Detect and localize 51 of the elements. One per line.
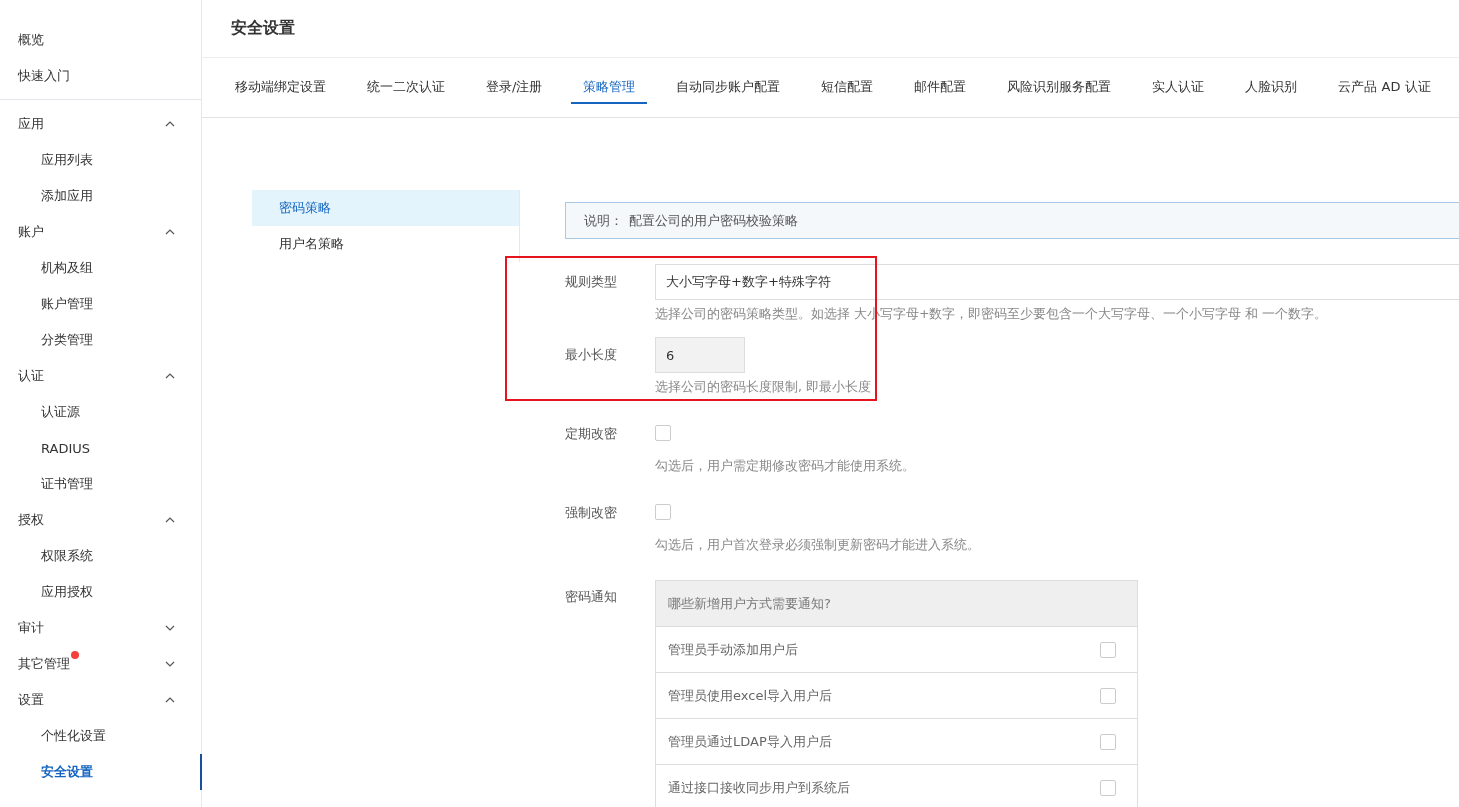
field-label: 强制改密 — [565, 504, 618, 522]
tab[interactable]: 策略管理 — [571, 71, 648, 104]
sidebar-item[interactable]: 分类管理 — [0, 322, 201, 358]
sidebar-item[interactable]: 应用列表 — [0, 142, 201, 178]
sidebar-group[interactable]: 应用 — [0, 106, 201, 142]
sidebar-item[interactable]: RADIUS — [0, 430, 201, 466]
sidebar-item[interactable]: 证书管理 — [0, 466, 201, 502]
tab[interactable]: 风险识别服务配置 — [995, 71, 1124, 104]
option-label: 管理员通过LDAP导入用户后 — [668, 732, 832, 751]
sidebar-item[interactable]: 快速入门 — [0, 58, 201, 94]
tab[interactable]: 邮件配置 — [902, 71, 979, 104]
sidebar-item[interactable]: 概览 — [0, 22, 201, 58]
option-label: 管理员使用excel导入用户后 — [668, 686, 832, 705]
tab[interactable]: 登录/注册 — [474, 71, 555, 104]
tab[interactable]: 实人认证 — [1140, 71, 1217, 104]
table-header: 哪些新增用户方式需要通知? — [668, 594, 831, 613]
sidebar-item[interactable]: 安全设置 — [0, 754, 201, 790]
sidebar-item[interactable]: 添加应用 — [0, 178, 201, 214]
page-title: 安全设置 — [202, 0, 1459, 58]
sidebar-group[interactable]: 账户 — [0, 214, 201, 250]
tab[interactable]: 自动同步账户配置 — [664, 71, 793, 104]
tab[interactable]: 移动端绑定设置 — [223, 71, 338, 104]
sidebar-group[interactable]: 设置 — [0, 682, 201, 718]
tab[interactable]: 人脸识别 — [1233, 71, 1310, 104]
sidebar-group[interactable]: 审计 — [0, 610, 201, 646]
field-label: 定期改密 — [565, 425, 618, 443]
field-label: 规则类型 — [565, 273, 618, 291]
sub-nav-item[interactable]: 用户名策略 — [252, 226, 519, 262]
help-text: 勾选后，用户需定期修改密码才能使用系统。 — [655, 458, 916, 475]
sidebar-group[interactable]: 授权 — [0, 502, 201, 538]
field-label: 密码通知 — [565, 588, 618, 606]
tab[interactable]: 统一二次认证 — [355, 71, 457, 104]
help-text: 选择公司的密码长度限制, 即最小长度 — [655, 379, 872, 396]
sidebar-item[interactable]: 权限系统 — [0, 538, 201, 574]
input-field[interactable]: 大小写字母+数字+特殊字符 — [655, 264, 1459, 300]
sidebar-item[interactable]: 认证源 — [0, 394, 201, 430]
option-label: 管理员手动添加用户后 — [668, 640, 798, 659]
notice-label: 说明： — [584, 211, 623, 230]
field-label: 最小长度 — [565, 346, 618, 364]
tab[interactable]: 短信配置 — [809, 71, 886, 104]
sidebar-item[interactable]: 账户管理 — [0, 286, 201, 322]
sidebar-group[interactable]: 其它管理 — [0, 646, 201, 682]
sub-nav-item[interactable]: 密码策略 — [252, 190, 519, 226]
sidebar-item[interactable]: 个性化设置 — [0, 718, 201, 754]
notice-text: 配置公司的用户密码校验策略 — [629, 211, 798, 230]
tab[interactable]: 云产品 AD 认证 — [1326, 71, 1443, 104]
sidebar-item[interactable]: 机构及组 — [0, 250, 201, 286]
sidebar-group[interactable]: 认证 — [0, 358, 201, 394]
sidebar-item[interactable]: 应用授权 — [0, 574, 201, 610]
help-text: 勾选后，用户首次登录必须强制更新密码才能进入系统。 — [655, 537, 981, 554]
option-label: 通过接口接收同步用户到系统后 — [668, 778, 850, 797]
